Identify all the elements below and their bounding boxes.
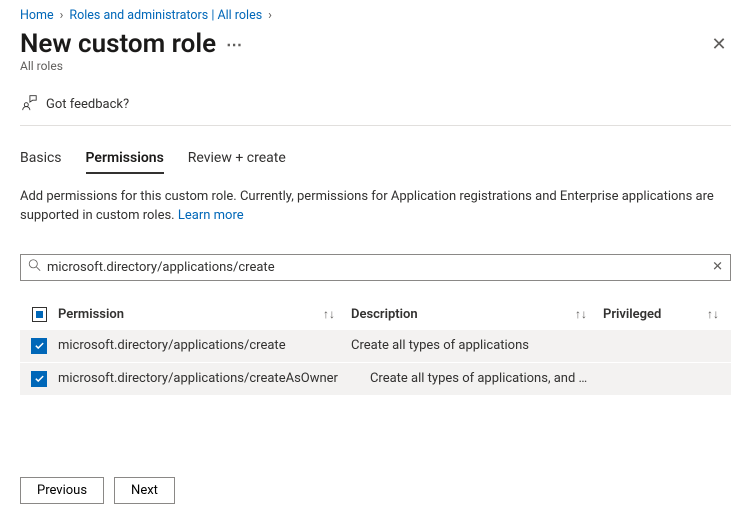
more-icon[interactable]: ⋯	[226, 35, 242, 54]
sort-icon[interactable]: ↑↓	[323, 307, 347, 321]
next-button[interactable]: Next	[114, 477, 175, 504]
close-icon[interactable]: ✕	[707, 32, 731, 56]
col-privileged[interactable]: Privileged	[603, 307, 703, 322]
cell-permission: microsoft.directory/applications/createA…	[58, 371, 338, 386]
feedback-link[interactable]: Got feedback?	[20, 93, 731, 126]
tab-description: Add permissions for this custom role. Cu…	[20, 188, 731, 226]
tab-basics[interactable]: Basics	[20, 150, 62, 174]
learn-more-link[interactable]: Learn more	[178, 208, 244, 223]
description-text: Add permissions for this custom role. Cu…	[20, 189, 714, 223]
cell-description: Create all types of applications	[351, 338, 571, 353]
chevron-right-icon: ›	[268, 8, 272, 23]
breadcrumb-home[interactable]: Home	[20, 8, 54, 23]
search-icon	[28, 259, 41, 276]
permissions-table: Permission ↑↓ Description ↑↓ Privileged …	[20, 299, 731, 395]
feedback-label: Got feedback?	[46, 97, 129, 112]
tab-review[interactable]: Review + create	[188, 150, 286, 174]
permission-search-input[interactable]	[20, 254, 731, 281]
row-checkbox[interactable]	[31, 371, 47, 387]
table-row[interactable]: microsoft.directory/applications/create …	[20, 330, 731, 362]
cell-permission: microsoft.directory/applications/create	[58, 338, 319, 353]
sort-icon[interactable]: ↑↓	[575, 307, 599, 321]
clear-icon[interactable]: ✕	[712, 260, 723, 275]
col-permission[interactable]: Permission	[58, 307, 319, 322]
breadcrumb: Home › Roles and administrators | All ro…	[20, 8, 731, 23]
row-checkbox[interactable]	[31, 338, 47, 354]
chevron-right-icon: ›	[60, 8, 64, 23]
subtitle: All roles	[20, 59, 731, 73]
col-description[interactable]: Description	[351, 307, 571, 322]
previous-button[interactable]: Previous	[20, 477, 104, 504]
table-header-row: Permission ↑↓ Description ↑↓ Privileged …	[20, 299, 731, 330]
title-text: New custom role	[20, 29, 216, 59]
breadcrumb-roles[interactable]: Roles and administrators | All roles	[69, 8, 262, 23]
page-title: New custom role ⋯	[20, 29, 242, 59]
person-feedback-icon	[20, 93, 38, 115]
tab-permissions[interactable]: Permissions	[86, 150, 164, 174]
tabs: Basics Permissions Review + create	[20, 150, 731, 174]
sort-icon[interactable]: ↑↓	[707, 307, 731, 321]
select-all-checkbox[interactable]	[32, 307, 47, 322]
cell-description: Create all types of applications, and …	[370, 371, 590, 386]
table-row[interactable]: microsoft.directory/applications/createA…	[20, 363, 731, 395]
